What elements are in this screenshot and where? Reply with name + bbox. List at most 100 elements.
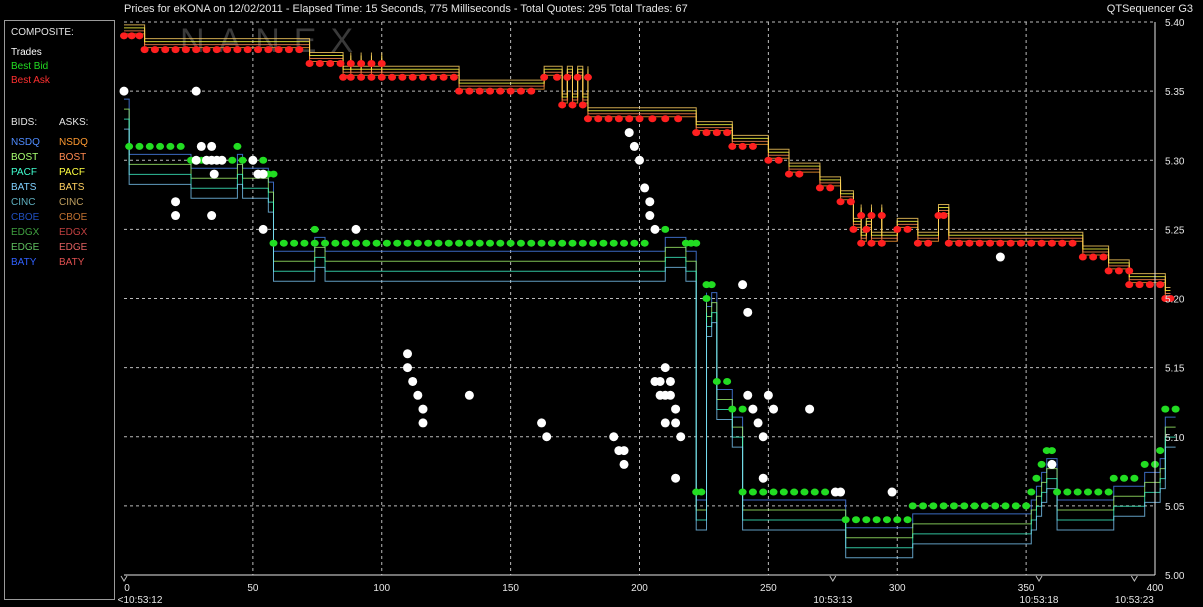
- trades-point: [836, 487, 846, 497]
- best-bid-point: [300, 239, 309, 247]
- trades-point: [403, 349, 413, 359]
- best-bid-point: [537, 239, 546, 247]
- best-ask-point: [862, 225, 871, 233]
- time-marker: [120, 575, 128, 582]
- best-bid-point: [980, 502, 989, 510]
- trades-point: [191, 86, 201, 96]
- best-bid-point: [351, 239, 360, 247]
- best-bid-point: [558, 239, 567, 247]
- trades-point: [645, 197, 655, 207]
- best-ask-point: [867, 212, 876, 220]
- best-bid-point: [1022, 502, 1031, 510]
- best-ask-point: [315, 59, 324, 67]
- best-bid-point: [800, 488, 809, 496]
- best-ask-point: [939, 212, 948, 220]
- time-label: <10:53:12: [118, 595, 163, 606]
- best-ask-point: [181, 46, 190, 54]
- trades-point: [676, 432, 686, 442]
- best-ask-point: [774, 156, 783, 164]
- ask-quote-line-bats: [124, 24, 1171, 288]
- trades-point: [743, 390, 753, 400]
- best-ask-point: [849, 225, 858, 233]
- trades-point: [408, 376, 418, 386]
- best-ask-point: [893, 225, 902, 233]
- best-ask-point: [702, 129, 711, 137]
- best-ask-point: [1027, 239, 1036, 247]
- best-bid-point: [1027, 488, 1036, 496]
- best-bid-point: [455, 239, 464, 247]
- best-ask-point: [913, 239, 922, 247]
- best-ask-point: [346, 59, 355, 67]
- best-ask-point: [661, 115, 670, 123]
- y-tick-label: 5.05: [1165, 502, 1185, 513]
- best-ask-point: [140, 46, 149, 54]
- best-ask-point: [867, 239, 876, 247]
- best-bid-point: [712, 377, 721, 385]
- grid: [124, 21, 1156, 575]
- trades-point: [207, 211, 217, 221]
- best-ask-point: [795, 170, 804, 178]
- bid-quote-line-pacf: [124, 118, 1176, 549]
- best-bid-point: [908, 502, 917, 510]
- best-bid-point: [310, 239, 319, 247]
- best-ask-point: [975, 239, 984, 247]
- x-tick-label: 50: [247, 583, 259, 594]
- best-bid-point: [1109, 474, 1118, 482]
- best-bid-point: [527, 239, 536, 247]
- best-ask-point: [674, 115, 683, 123]
- best-bid-point: [233, 142, 242, 150]
- trades-point: [537, 418, 547, 428]
- best-ask-point: [1089, 253, 1098, 261]
- best-bid-point: [1011, 502, 1020, 510]
- best-bid-point: [341, 239, 350, 247]
- best-bid-point: [413, 239, 422, 247]
- y-tick-label: 5.10: [1165, 433, 1185, 444]
- best-bid-point: [692, 239, 701, 247]
- best-bid-point: [156, 142, 165, 150]
- best-bid-point: [630, 239, 639, 247]
- best-ask-point: [398, 73, 407, 81]
- best-ask-point: [449, 73, 458, 81]
- best-bid-point: [1037, 460, 1046, 468]
- best-ask-point: [120, 32, 128, 40]
- trades-point: [887, 487, 897, 497]
- trades-point: [191, 155, 201, 165]
- best-bid-point: [516, 239, 525, 247]
- best-ask-point: [1099, 253, 1108, 261]
- best-bid-point: [1161, 405, 1170, 413]
- best-ask-point: [723, 129, 732, 137]
- trades-point: [660, 418, 670, 428]
- trades-point: [464, 390, 474, 400]
- best-bid-point: [841, 516, 850, 524]
- best-bid-point: [547, 239, 556, 247]
- best-ask-point: [1145, 281, 1154, 289]
- time-label: 10:53:13: [813, 595, 852, 606]
- best-ask-point: [903, 225, 912, 233]
- best-ask-point: [1037, 239, 1046, 247]
- best-bid-point: [960, 502, 969, 510]
- best-bid-point: [620, 239, 629, 247]
- best-bid-point: [903, 516, 912, 524]
- best-bid-point: [1104, 488, 1113, 496]
- best-ask-point: [455, 87, 464, 95]
- y-tick-label: 5.00: [1165, 571, 1185, 582]
- trades-point: [753, 418, 763, 428]
- best-ask-point: [614, 115, 623, 123]
- trades-point: [619, 459, 629, 469]
- y-tick-label: 5.35: [1165, 87, 1185, 98]
- best-bid-point: [568, 239, 577, 247]
- trades-point: [743, 307, 753, 317]
- x-tick-label: 350: [1018, 583, 1035, 594]
- best-ask-point: [604, 115, 613, 123]
- ask-quote-line-nsdq: [124, 33, 1171, 297]
- best-ask-point: [264, 46, 273, 54]
- best-ask-point: [418, 73, 427, 81]
- best-ask-point: [1058, 239, 1067, 247]
- best-bid-point: [290, 239, 299, 247]
- price-chart: NANEX 0 50 100 150 200 250 300 350 4005.00 5.05 5.…: [118, 18, 1185, 606]
- best-ask-point: [568, 101, 577, 109]
- best-bid-point: [1001, 502, 1010, 510]
- x-tick-label: 100: [373, 583, 390, 594]
- bid-quote-line-bost: [124, 108, 1176, 539]
- best-bid-point: [486, 239, 495, 247]
